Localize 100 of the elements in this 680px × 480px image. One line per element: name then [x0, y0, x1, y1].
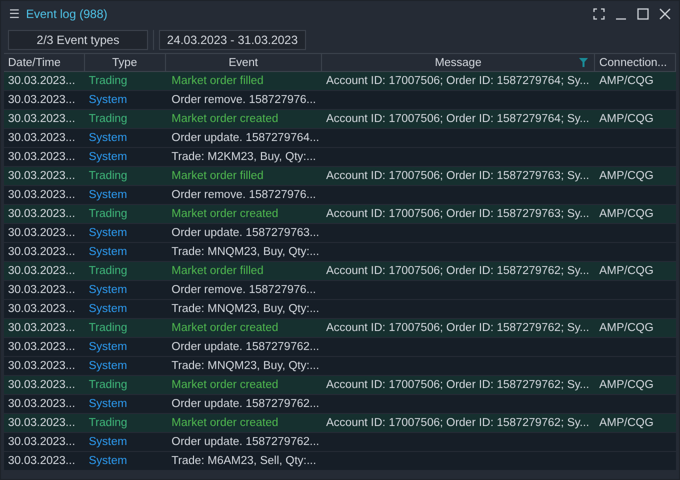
event-cell: Order update. 1587279762...	[172, 436, 320, 448]
event-cell: Order update. 1587279762...	[172, 341, 320, 353]
date-cell: 30.03.2023...	[8, 417, 76, 429]
message-cell: Account ID: 17007506; Order ID: 1587279762; Sy...	[326, 417, 590, 429]
menu-icon[interactable]: ☰	[9, 6, 20, 20]
table-row[interactable]: 30.03.2023... Trading Market order created Account ID: 17007506; Order ID: 1587279763; Sy... AMP/CQG	[4, 205, 676, 224]
date-cell: 30.03.2023...	[8, 170, 76, 182]
table-row[interactable]: 30.03.2023... System Trade: M2KM23, Buy, Qty:...	[4, 148, 676, 167]
event-cell: Market order filled	[172, 170, 264, 182]
table-row[interactable]: 30.03.2023... System Order update. 1587279763...	[4, 224, 676, 243]
connection-cell: AMP/CQG	[599, 113, 654, 125]
table-row[interactable]: 30.03.2023... System Trade: M6AM23, Sell, Qty:...	[4, 452, 676, 471]
type-cell: Trading	[88, 170, 128, 182]
table-row[interactable]: 30.03.2023... Trading Market order created Account ID: 17007506; Order ID: 1587279764; Sy... AMP/CQG	[4, 110, 676, 129]
table-row[interactable]: 30.03.2023... System Trade: MNQM23, Buy, Qty:...	[4, 357, 676, 376]
date-cell: 30.03.2023...	[8, 132, 76, 144]
type-cell: Trading	[88, 265, 128, 277]
type-cell: Trading	[88, 379, 128, 391]
column-header[interactable]: Event	[166, 54, 322, 71]
event-cell: Trade: MNQM23, Buy, Qty:...	[172, 246, 320, 258]
fullscreen-icon[interactable]	[593, 8, 605, 20]
connection-cell: AMP/CQG	[599, 322, 654, 334]
date-cell: 30.03.2023...	[8, 436, 76, 448]
event-cell: Market order created	[172, 322, 278, 334]
date-cell: 30.03.2023...	[8, 208, 76, 220]
type-cell: Trading	[88, 322, 128, 334]
event-cell: Order update. 1587279764...	[172, 132, 320, 144]
connection-cell: AMP/CQG	[599, 170, 654, 182]
type-cell: System	[88, 94, 128, 106]
event-cell: Market order created	[172, 379, 278, 391]
table-row[interactable]: 30.03.2023... System Order update. 1587279762...	[4, 433, 676, 452]
table-row[interactable]: 30.03.2023... Trading Market order filled Account ID: 17007506; Order ID: 1587279764; Sy... AMP/CQG	[4, 72, 676, 91]
table-row[interactable]: 30.03.2023... System Order update. 1587279762...	[4, 395, 676, 414]
event-cell: Order update. 1587279763...	[172, 227, 320, 239]
date-cell: 30.03.2023...	[8, 246, 76, 258]
table-row[interactable]: 30.03.2023... Trading Market order created Account ID: 17007506; Order ID: 1587279762; Sy... AMP/CQG	[4, 319, 676, 338]
event-cell: Trade: M6AM23, Sell, Qty:...	[172, 455, 316, 467]
column-header[interactable]: Date/Time	[4, 54, 85, 71]
message-cell: Account ID: 17007506; Order ID: 1587279762; Sy...	[326, 379, 590, 391]
event-cell: Market order created	[172, 113, 278, 125]
message-cell: Account ID: 17007506; Order ID: 1587279764; Sy...	[326, 113, 590, 125]
message-cell: Account ID: 17007506; Order ID: 1587279762; Sy...	[326, 322, 590, 334]
message-cell: Account ID: 17007506; Order ID: 1587279763; Sy...	[326, 208, 590, 220]
table-row[interactable]: 30.03.2023... System Trade: MNQM23, Buy, Qty:...	[4, 300, 676, 319]
table-row[interactable]: 30.03.2023... System Order remove. 158727976...	[4, 186, 676, 205]
date-cell: 30.03.2023...	[8, 455, 76, 467]
event-cell: Order remove. 158727976...	[172, 189, 316, 201]
type-cell: Trading	[88, 417, 128, 429]
filter-icon[interactable]	[579, 58, 588, 67]
table-row[interactable]: 30.03.2023... System Order update. 1587279762...	[4, 338, 676, 357]
table-row[interactable]: 30.03.2023... System Order remove. 158727976...	[4, 91, 676, 110]
window-title: Event log (988)	[26, 6, 108, 20]
table-row[interactable]: 30.03.2023... System Trade: MNQM23, Buy, Qty:...	[4, 243, 676, 262]
event-cell: Market order filled	[172, 265, 264, 277]
date-cell: 30.03.2023...	[8, 322, 76, 334]
close-icon[interactable]	[659, 8, 671, 20]
event-cell: Order remove. 158727976...	[172, 284, 316, 296]
date-cell: 30.03.2023...	[8, 113, 76, 125]
table-row[interactable]: 30.03.2023... System Order remove. 158727976...	[4, 281, 676, 300]
type-cell: System	[88, 227, 128, 239]
type-cell: System	[88, 246, 128, 258]
type-cell: System	[88, 303, 128, 315]
event-cell: Order update. 1587279762...	[172, 398, 320, 410]
date-cell: 30.03.2023...	[8, 151, 76, 163]
event-cell: Market order created	[172, 417, 278, 429]
event-cell: Trade: MNQM23, Buy, Qty:...	[172, 360, 320, 372]
type-cell: System	[88, 284, 128, 296]
date-cell: 30.03.2023...	[8, 341, 76, 353]
column-header[interactable]: Type	[84, 54, 166, 71]
message-cell: Account ID: 17007506; Order ID: 1587279763; Sy...	[326, 170, 590, 182]
event-cell: Trade: MNQM23, Buy, Qty:...	[172, 303, 320, 315]
connection-cell: AMP/CQG	[599, 417, 654, 429]
event-cell: Trade: M2KM23, Buy, Qty:...	[172, 151, 316, 163]
date-cell: 30.03.2023...	[8, 360, 76, 372]
maximize-icon[interactable]	[637, 8, 649, 20]
event-cell: Market order filled	[172, 75, 264, 87]
connection-cell: AMP/CQG	[599, 75, 654, 87]
date-cell: 30.03.2023...	[8, 398, 76, 410]
connection-cell: AMP/CQG	[599, 265, 654, 277]
table-row[interactable]: 30.03.2023... System Order update. 1587279764...	[4, 129, 676, 148]
date-cell: 30.03.2023...	[8, 265, 76, 277]
date-range-button[interactable]: 24.03.2023 - 31.03.2023	[159, 30, 306, 50]
event-types-button[interactable]: 2/3 Event types	[8, 30, 148, 50]
type-cell: System	[88, 132, 128, 144]
event-cell: Order remove. 158727976...	[172, 94, 316, 106]
date-cell: 30.03.2023...	[8, 303, 76, 315]
column-header[interactable]: Message	[322, 54, 596, 71]
connection-cell: AMP/CQG	[599, 208, 654, 220]
date-cell: 30.03.2023...	[8, 189, 76, 201]
type-cell: System	[88, 398, 128, 410]
type-cell: System	[88, 360, 128, 372]
date-cell: 30.03.2023...	[8, 379, 76, 391]
table-row[interactable]: 30.03.2023... Trading Market order filled Account ID: 17007506; Order ID: 1587279763; Sy... AMP/CQG	[4, 167, 676, 186]
table-row[interactable]: 30.03.2023... Trading Market order created Account ID: 17007506; Order ID: 1587279762; Sy... AMP/CQG	[4, 376, 676, 395]
table-row[interactable]: 30.03.2023... Trading Market order filled Account ID: 17007506; Order ID: 1587279762; Sy... AMP/CQG	[4, 262, 676, 281]
table-row[interactable]: 30.03.2023... Trading Market order created Account ID: 17007506; Order ID: 1587279762; Sy... AMP/CQG	[4, 414, 676, 433]
column-header[interactable]: Connection...	[595, 54, 676, 71]
date-cell: 30.03.2023...	[8, 94, 76, 106]
connection-cell: AMP/CQG	[599, 379, 654, 391]
message-cell: Account ID: 17007506; Order ID: 1587279762; Sy...	[326, 265, 590, 277]
